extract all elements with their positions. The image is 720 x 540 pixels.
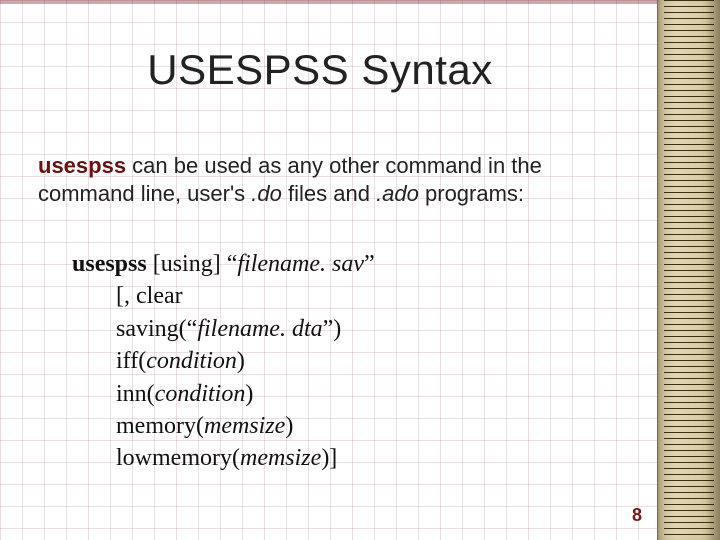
syntax-text: [, clear [116,283,183,309]
usespss-keyword: usespss [38,153,126,178]
syntax-text: saving(“ [116,316,197,342]
syntax-line: saving(“filename. dta”) [116,313,375,345]
page-number: 8 [632,505,642,526]
syntax-post: ) [285,413,293,439]
do-extension: .do [251,181,282,206]
syntax-line: lowmemory(memsize)] [116,442,375,474]
intro-paragraph: usespss can be used as any other command… [38,152,620,208]
syntax-text: inn( [116,381,155,407]
slide-title: USESPSS Syntax [0,46,640,94]
syntax-ital: memsize [204,413,285,439]
syntax-text: [using] “ [153,251,238,277]
usespss-bold: usespss [72,251,153,277]
syntax-block: usespss [using] “filename. sav” [, clear… [72,248,375,475]
syntax-text: memory( [116,413,204,439]
syntax-post: ”) [323,316,342,342]
ruler-shade [706,0,720,540]
top-accent-bar [0,0,658,4]
syntax-post: ) [245,381,253,407]
syntax-line: memory(memsize) [116,410,375,442]
intro-text-2: files and [282,181,376,206]
syntax-line: [, clear [116,280,375,312]
syntax-ital: condition [155,381,246,407]
ado-extension: .ado [376,181,419,206]
intro-text-3: programs: [419,181,524,206]
slide: USESPSS Syntax usespss can be used as an… [0,0,720,540]
ruler-decoration [657,0,720,540]
syntax-text: iff( [116,348,146,374]
syntax-post: ” [364,251,375,277]
syntax-ital: condition [146,348,237,374]
syntax-post: )] [321,445,337,471]
syntax-ital: filename. sav [237,251,364,277]
syntax-line: usespss [using] “filename. sav” [72,248,375,280]
syntax-text: lowmemory( [116,445,240,471]
syntax-line: iff(condition) [116,345,375,377]
syntax-post: ) [237,348,245,374]
syntax-ital: memsize [240,445,321,471]
syntax-ital: filename. dta [197,316,322,342]
syntax-line: inn(condition) [116,378,375,410]
